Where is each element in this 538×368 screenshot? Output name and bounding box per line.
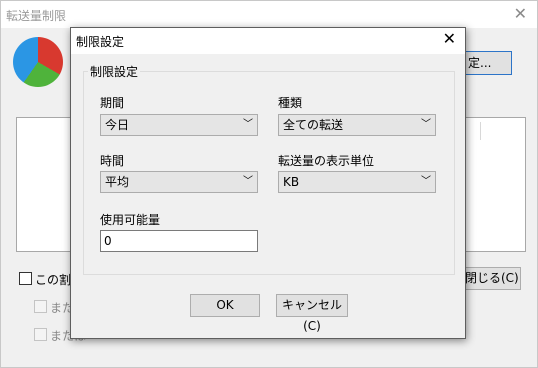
period-select[interactable]: 今日 ﹀ bbox=[100, 114, 258, 136]
type-select[interactable]: 全ての転送 ﹀ bbox=[278, 114, 436, 136]
pie-chart-icon bbox=[13, 37, 63, 87]
cancel-button[interactable]: キャンセル(C) bbox=[276, 294, 348, 333]
ratio-checkbox[interactable] bbox=[19, 272, 32, 285]
ok-button-label: OK bbox=[216, 298, 234, 312]
available-amount-input[interactable]: 0 bbox=[100, 230, 258, 252]
type-value: 全ての転送 bbox=[283, 118, 344, 132]
sub-option-2-checkbox[interactable] bbox=[34, 328, 47, 341]
available-amount-label: 使用可能量 bbox=[100, 213, 161, 227]
chevron-down-icon: ﹀ bbox=[421, 119, 431, 130]
list-column-divider[interactable] bbox=[480, 122, 481, 140]
dialog-close-icon[interactable]: ✕ bbox=[443, 29, 456, 48]
available-amount-value: 0 bbox=[104, 234, 112, 248]
period-value: 今日 bbox=[105, 118, 130, 132]
dialog-titlebar: 制限設定 ✕ bbox=[71, 28, 465, 54]
sub-option-1-checkbox[interactable] bbox=[34, 300, 47, 313]
time-select[interactable]: 平均 ﹀ bbox=[100, 171, 258, 193]
background-window-title: 転送量制限 bbox=[6, 9, 67, 23]
background-titlebar: 転送量制限 ✕ bbox=[1, 1, 537, 28]
background-close-icon[interactable]: ✕ bbox=[514, 4, 527, 23]
unit-value: KB bbox=[283, 175, 300, 189]
background-close-button-label: 閉じる(C) bbox=[465, 271, 519, 285]
chevron-down-icon: ﹀ bbox=[243, 119, 253, 130]
period-label: 期間 bbox=[100, 96, 125, 110]
chevron-down-icon: ﹀ bbox=[243, 176, 253, 187]
background-close-button[interactable]: 閉じる(C) bbox=[463, 267, 521, 290]
ok-button[interactable]: OK bbox=[190, 294, 260, 317]
dialog-title: 制限設定 bbox=[76, 35, 125, 49]
unit-label: 転送量の表示単位 bbox=[278, 154, 375, 168]
time-value: 平均 bbox=[105, 175, 130, 189]
unit-select[interactable]: KB ﹀ bbox=[278, 171, 436, 193]
groupbox-title: 制限設定 bbox=[88, 63, 141, 80]
time-label: 時間 bbox=[100, 154, 125, 168]
cancel-button-label: キャンセル(C) bbox=[281, 298, 342, 333]
type-label: 種類 bbox=[278, 96, 303, 110]
background-settings-button[interactable]: 定... bbox=[463, 51, 512, 75]
background-settings-button-label: 定... bbox=[468, 56, 492, 70]
chevron-down-icon: ﹀ bbox=[421, 176, 431, 187]
limit-settings-dialog: 制限設定 ✕ 制限設定 期間 今日 ﹀ 種類 全ての転送 ﹀ 時間 平均 ﹀ 転… bbox=[70, 27, 466, 339]
